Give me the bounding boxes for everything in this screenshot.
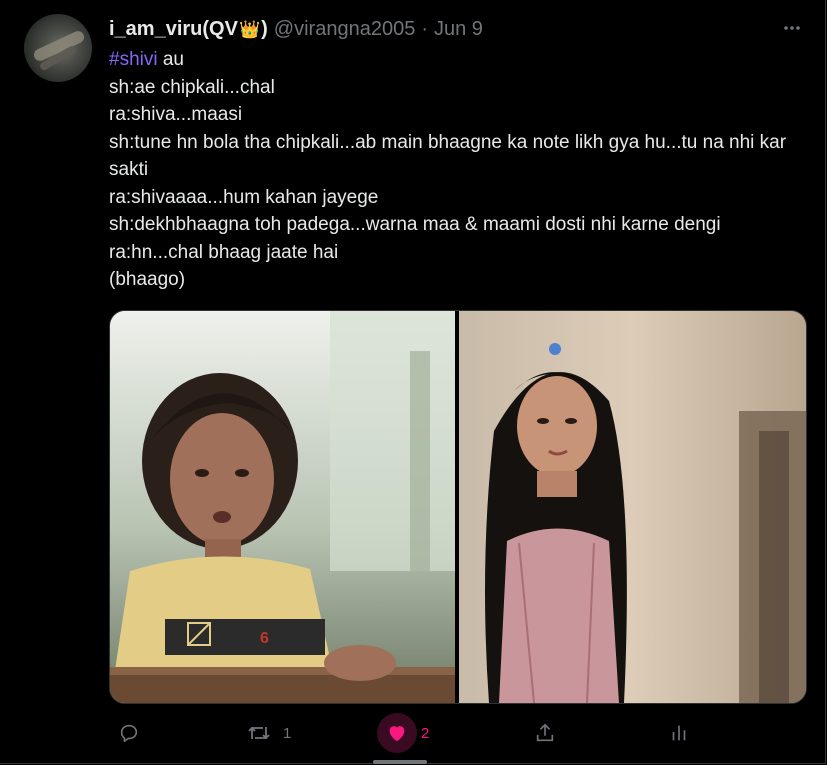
tweet-card[interactable]: i_am_viru(QV👑) @virangna2005 · Jun 9 #sh…	[0, 0, 826, 764]
tweet-line: ra:hn...chal bhaag jaate hai	[109, 241, 339, 263]
retweet-button[interactable]: 1	[239, 708, 291, 758]
like-count: 2	[421, 724, 430, 742]
separator-dot: ·	[421, 17, 428, 40]
display-name[interactable]: i_am_viru(QV👑)	[109, 18, 268, 41]
retweet-icon	[239, 713, 279, 753]
like-button[interactable]: 2	[377, 708, 429, 758]
retweet-count: 1	[283, 724, 292, 742]
user-avatar[interactable]	[24, 14, 92, 82]
more-dots-icon[interactable]	[780, 16, 804, 40]
tweet-date[interactable]: Jun 9	[434, 18, 483, 41]
tweet-action-bar: 1 2	[109, 708, 799, 758]
tweet-text: #shivi au sh:ae chipkali...chal ra:shiva…	[109, 46, 799, 294]
reply-icon	[109, 713, 149, 753]
analytics-icon	[659, 713, 699, 753]
hashtag-link[interactable]: #shivi	[109, 49, 158, 70]
media-photo-boy[interactable]: 6	[110, 311, 455, 703]
user-handle[interactable]: @virangna2005	[274, 18, 416, 41]
share-icon	[525, 713, 565, 753]
reply-button[interactable]	[109, 708, 153, 758]
tweet-header: i_am_viru(QV👑) @virangna2005 · Jun 9	[109, 16, 483, 42]
tweet-line: ra:shiva...maasi	[109, 104, 243, 125]
heart-icon	[377, 713, 417, 753]
svg-text:6: 6	[260, 630, 269, 647]
tweet-line: sh:tune hn bola tha chipkali...ab main b…	[109, 131, 792, 181]
crown-emoji: 👑	[238, 19, 261, 39]
tweet-line: sh:ae chipkali...chal	[109, 76, 275, 98]
tweet-line: ra:shivaaaa...hum kahan jayege	[109, 186, 379, 208]
tweet-line: sh:dekhbhaagna toh padega...warna maa & …	[109, 214, 721, 235]
tweet-line: (bhaago)	[109, 269, 186, 290]
analytics-button[interactable]	[659, 708, 699, 758]
tweet-media[interactable]: 6	[109, 310, 807, 704]
share-button[interactable]	[525, 708, 565, 758]
media-photo-girl[interactable]	[459, 311, 806, 703]
scroll-indicator[interactable]	[373, 760, 427, 764]
tweet-line-hashtag: #shivi au	[109, 49, 184, 70]
